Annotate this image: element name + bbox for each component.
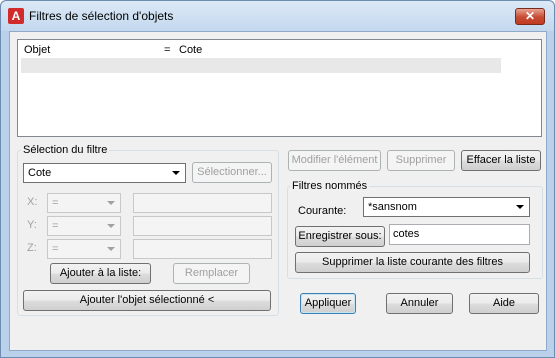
cancel-label: Annuler xyxy=(400,297,439,309)
delete-current-filter-list-button[interactable]: Supprimer la liste courante des filtres xyxy=(295,252,530,273)
y-operator-value: = xyxy=(52,220,59,232)
edit-item-label: Modifier l'élément xyxy=(291,154,378,166)
filter-type-value: Cote xyxy=(28,167,52,179)
named-filters-group-label: Filtres nommés xyxy=(290,180,370,193)
chevron-down-icon xyxy=(516,205,524,209)
list-item-selected[interactable] xyxy=(21,58,501,73)
x-operator-value: = xyxy=(52,197,59,209)
add-selected-object-label: Ajouter l'objet sélectionné < xyxy=(79,294,215,306)
window-title: Filtres de sélection d'objets xyxy=(29,9,174,23)
save-as-name-value: cotes xyxy=(393,228,420,240)
y-label: Y: xyxy=(27,219,37,231)
list-item[interactable]: Objet = Cote xyxy=(21,43,501,58)
dialog-client-area: Objet = Cote Sélection du filtre Cote Sé… xyxy=(9,31,547,351)
y-value-field[interactable] xyxy=(133,216,272,236)
replace-button[interactable]: Remplacer xyxy=(173,263,250,284)
x-label: X: xyxy=(27,196,38,208)
close-button[interactable]: ✕ xyxy=(515,8,545,25)
y-operator-dropdown[interactable]: = xyxy=(47,216,121,236)
filter-list[interactable]: Objet = Cote xyxy=(17,39,542,137)
z-operator-value: = xyxy=(52,243,59,255)
current-label: Courante: xyxy=(298,205,347,217)
chevron-down-icon xyxy=(107,247,115,251)
z-label: Z: xyxy=(27,242,37,254)
add-selected-object-button[interactable]: Ajouter l'objet sélectionné < xyxy=(23,290,271,311)
add-to-list-label: Ajouter à la liste: xyxy=(59,267,142,279)
cancel-button[interactable]: Annuler xyxy=(386,293,453,314)
help-button[interactable]: Aide xyxy=(469,293,539,314)
list-item-property: Objet xyxy=(24,44,51,56)
clear-list-label: Effacer la liste xyxy=(466,154,536,166)
save-as-name-field[interactable]: cotes xyxy=(389,224,530,245)
filter-selection-group-label: Sélection du filtre xyxy=(21,144,110,157)
x-operator-dropdown[interactable]: = xyxy=(47,193,121,213)
clear-list-button[interactable]: Effacer la liste xyxy=(461,150,541,171)
select-button-label: Sélectionner... xyxy=(197,166,267,178)
edit-item-button[interactable]: Modifier l'élément xyxy=(288,150,381,171)
select-button[interactable]: Sélectionner... xyxy=(192,162,272,183)
delete-label: Supprimer xyxy=(395,154,447,166)
apply-button[interactable]: Appliquer xyxy=(300,293,356,314)
current-filter-dropdown[interactable]: *sansnom xyxy=(363,197,530,217)
delete-button[interactable]: Supprimer xyxy=(387,150,455,171)
help-label: Aide xyxy=(492,297,516,309)
z-value-field[interactable] xyxy=(133,239,272,259)
x-value-field[interactable] xyxy=(133,193,272,213)
dialog-window: A Filtres de sélection d'objets ✕ Objet … xyxy=(0,0,555,358)
replace-label: Remplacer xyxy=(184,267,239,279)
save-as-label: Enregistrer sous: xyxy=(298,230,382,242)
filter-type-dropdown[interactable]: Cote xyxy=(23,163,186,183)
save-as-button[interactable]: Enregistrer sous: xyxy=(295,226,385,247)
autocad-app-icon: A xyxy=(8,8,24,24)
current-filter-value: *sansnom xyxy=(368,201,417,213)
chevron-down-icon xyxy=(107,224,115,228)
delete-current-filter-list-label: Supprimer la liste courante des filtres xyxy=(322,256,503,268)
add-to-list-button[interactable]: Ajouter à la liste: xyxy=(50,263,151,284)
list-item-operator: = xyxy=(164,44,171,56)
apply-label: Appliquer xyxy=(304,297,352,309)
chevron-down-icon xyxy=(172,171,180,175)
z-operator-dropdown[interactable]: = xyxy=(47,239,121,259)
title-bar[interactable]: A Filtres de sélection d'objets ✕ xyxy=(1,1,554,31)
list-item-value: Cote xyxy=(179,44,203,56)
chevron-down-icon xyxy=(107,201,115,205)
